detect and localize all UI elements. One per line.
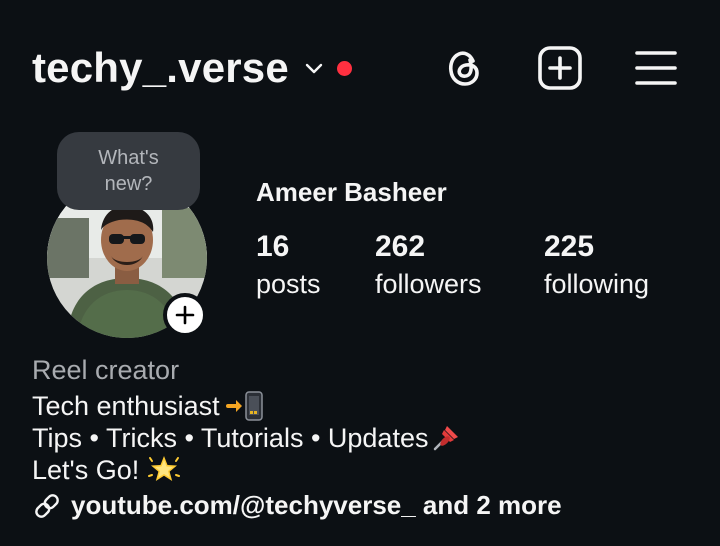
pushpin-emoji-icon bbox=[434, 426, 459, 451]
following-count: 225 bbox=[544, 230, 595, 263]
note-bubble[interactable]: What's new? bbox=[57, 132, 200, 210]
profile-header: techy_.verse bbox=[0, 0, 720, 140]
note-text: What's new? bbox=[98, 147, 159, 195]
posts-label: posts bbox=[256, 269, 321, 299]
bio-line-text: Tips • Tricks • Tutorials • Updates bbox=[32, 423, 429, 453]
bio-line-text: Tech enthusiast bbox=[32, 391, 220, 421]
posts-count: 16 bbox=[256, 230, 290, 263]
followers-count: 262 bbox=[375, 230, 426, 263]
glowing-star-emoji-icon bbox=[148, 456, 181, 481]
create-icon[interactable] bbox=[536, 44, 584, 92]
bio-line: Tech enthusiast bbox=[32, 390, 692, 422]
following-label: following bbox=[544, 269, 650, 299]
bio-line-text: Let's Go! bbox=[32, 455, 140, 485]
phone-arrow-emoji-icon bbox=[225, 391, 263, 421]
threads-icon[interactable] bbox=[440, 44, 488, 92]
notification-dot bbox=[336, 60, 352, 76]
category-label: Reel creator bbox=[32, 355, 180, 385]
followers-label: followers bbox=[375, 269, 482, 299]
profile-link[interactable]: youtube.com/@techyverse_ and 2 more bbox=[32, 490, 562, 521]
followers-stat[interactable]: 262 followers bbox=[375, 230, 482, 302]
link-icon bbox=[35, 493, 59, 518]
bio: Reel creator Tech enthusiast Tips • Tric… bbox=[32, 354, 692, 486]
menu-icon[interactable] bbox=[632, 44, 680, 92]
plus-icon bbox=[175, 305, 195, 325]
bio-line: Tips • Tricks • Tutorials • Updates bbox=[32, 422, 692, 454]
username: techy_.verse bbox=[32, 44, 289, 91]
chevron-down-icon bbox=[305, 63, 323, 74]
account-switcher[interactable]: techy_.verse bbox=[32, 44, 352, 92]
profile-link-text: youtube.com/@techyverse_ and 2 more bbox=[71, 490, 562, 520]
bio-line: Let's Go! bbox=[32, 454, 692, 486]
add-story-button[interactable] bbox=[163, 293, 207, 337]
following-stat[interactable]: 225 following bbox=[544, 230, 649, 302]
display-name: Ameer Basheer bbox=[256, 177, 447, 207]
posts-stat[interactable]: 16 posts bbox=[256, 230, 321, 302]
